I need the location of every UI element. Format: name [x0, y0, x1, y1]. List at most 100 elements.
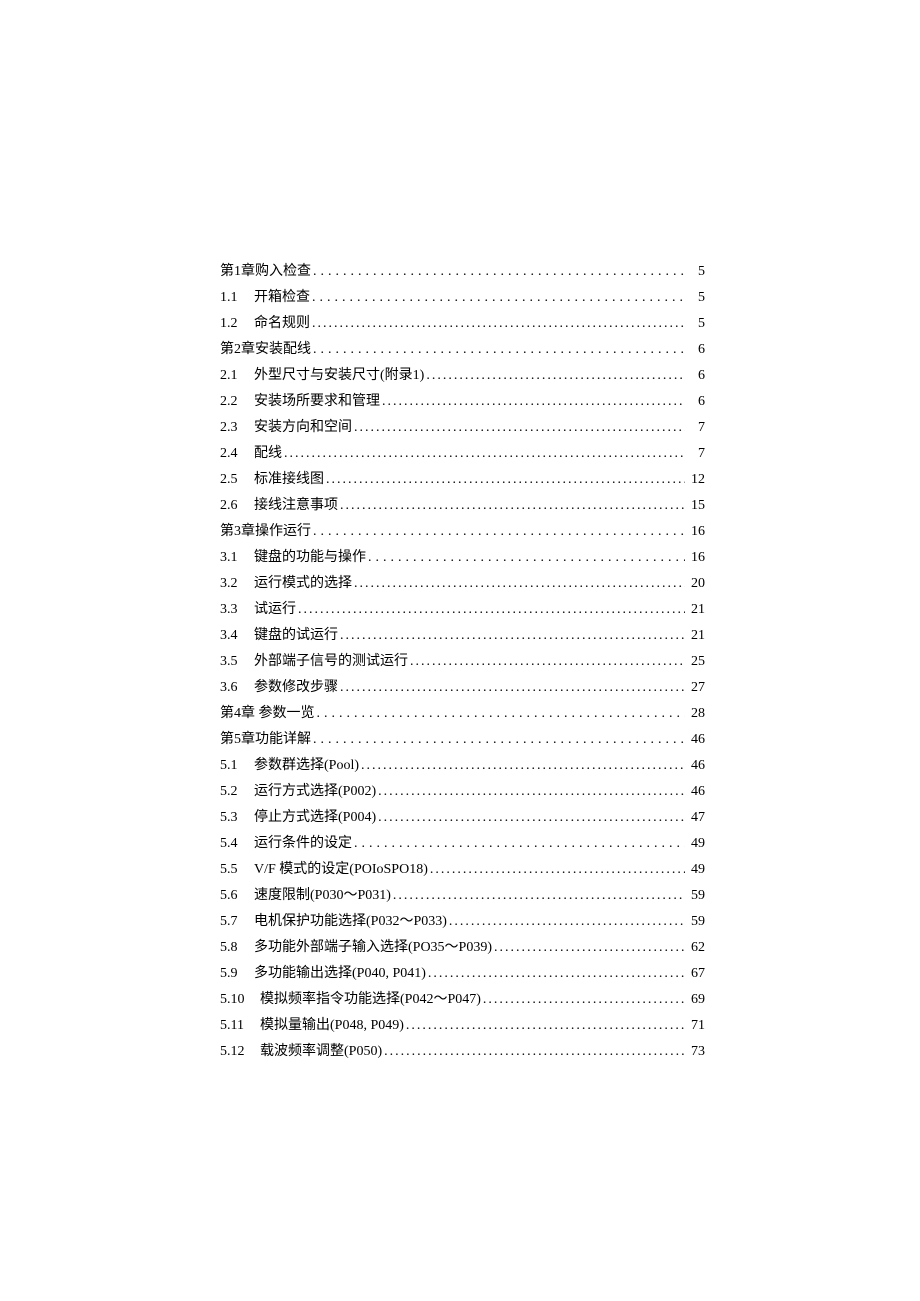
toc-number: 5.10: [220, 992, 260, 1008]
toc-leader: ........................................…: [384, 1044, 685, 1060]
toc-page: 49: [687, 862, 705, 878]
toc-title: 参数修改步骤: [254, 676, 338, 696]
toc-row: 5.10模拟频率指令功能选择(P042～P047)...............…: [220, 988, 705, 1014]
toc-leader: ........................................…: [354, 836, 685, 852]
toc-leader: ........................................…: [312, 290, 685, 306]
toc-number: 3.1: [220, 550, 254, 566]
toc-row: 3.5外部端子信号的测试运行..........................…: [220, 650, 705, 676]
toc-row: 第4章 参数一览................................…: [220, 702, 705, 728]
toc-title: 开箱检查: [254, 286, 310, 306]
toc-leader: ........................................…: [313, 524, 685, 540]
toc-number: 2.2: [220, 394, 254, 410]
toc-title: 键盘的功能与操作: [254, 546, 366, 566]
toc-number: 1.2: [220, 316, 254, 332]
toc-leader: ........................................…: [494, 940, 685, 956]
toc-title: 第4章 参数一览: [220, 702, 315, 722]
toc-page: 67: [687, 966, 705, 982]
toc-leader: ........................................…: [354, 576, 685, 592]
toc-number: 5.11: [220, 1018, 260, 1034]
toc-page: 5: [687, 290, 705, 306]
toc-title: 载波频率调整(P050): [260, 1040, 382, 1060]
toc-page: 16: [687, 550, 705, 566]
toc-row: 5.9多功能输出选择(P040, P041)..................…: [220, 962, 705, 988]
toc-leader: ........................................…: [382, 394, 685, 410]
toc-number: 3.3: [220, 602, 254, 618]
toc-number: 5.4: [220, 836, 254, 852]
toc-leader: ........................................…: [368, 550, 685, 566]
toc-row: 5.4运行条件的设定..............................…: [220, 832, 705, 858]
toc-page: 21: [687, 602, 705, 618]
toc-number: 5.1: [220, 758, 254, 774]
toc-leader: ........................................…: [326, 472, 685, 488]
toc-leader: ........................................…: [313, 732, 685, 748]
toc-page: 28: [687, 706, 705, 722]
toc-row: 第5章功能详解.................................…: [220, 728, 705, 754]
toc-title: 第2章安装配线: [220, 338, 311, 358]
toc-page: 59: [687, 888, 705, 904]
toc-number: 2.5: [220, 472, 254, 488]
toc-row: 第2章安装配线.................................…: [220, 338, 705, 364]
toc-leader: ........................................…: [312, 316, 685, 332]
toc-page: 21: [687, 628, 705, 644]
toc-leader: ........................................…: [426, 368, 685, 384]
toc-row: 3.6参数修改步骤...............................…: [220, 676, 705, 702]
toc-page: 73: [687, 1044, 705, 1060]
toc-row: 5.5V/F 模式的设定(POIoSPO18).................…: [220, 858, 705, 884]
toc-page: 6: [687, 394, 705, 410]
toc-page: 47: [687, 810, 705, 826]
toc-number: 5.7: [220, 914, 254, 930]
toc-row: 5.12载波频率调整(P050)........................…: [220, 1040, 705, 1066]
toc-leader: ........................................…: [354, 420, 685, 436]
toc-leader: ........................................…: [449, 914, 685, 930]
toc-title: 运行模式的选择: [254, 572, 352, 592]
toc-title: 速度限制(P030～P031): [254, 884, 391, 904]
toc-leader: ........................................…: [361, 758, 685, 774]
toc-title: 第1章购入检查: [220, 260, 311, 280]
toc-title: V/F 模式的设定(POIoSPO18): [254, 858, 428, 878]
toc-leader: ........................................…: [378, 784, 685, 800]
toc-row: 第1章购入检查.................................…: [220, 260, 705, 286]
toc-page: 6: [687, 368, 705, 384]
toc-title: 接线注意事项: [254, 494, 338, 514]
toc-page: 6: [687, 342, 705, 358]
toc-page: 46: [687, 784, 705, 800]
toc-title: 停止方式选择(P004): [254, 806, 376, 826]
toc-number: 1.1: [220, 290, 254, 306]
toc-page: 15: [687, 498, 705, 514]
toc-leader: ........................................…: [317, 706, 686, 722]
toc-title: 安装方向和空间: [254, 416, 352, 436]
toc-row: 第3章操作运行.................................…: [220, 520, 705, 546]
toc-title: 模拟频率指令功能选择(P042～P047): [260, 988, 481, 1008]
toc-title: 试运行: [254, 598, 296, 618]
toc-row: 2.2安装场所要求和管理............................…: [220, 390, 705, 416]
toc-row: 3.1键盘的功能与操作.............................…: [220, 546, 705, 572]
toc-row: 5.11模拟量输出(P048, P049)...................…: [220, 1014, 705, 1040]
toc-leader: ........................................…: [284, 446, 685, 462]
toc-title: 电机保护功能选择(P032～P033): [254, 910, 447, 930]
toc-title: 运行方式选择(P002): [254, 780, 376, 800]
toc-row: 2.3安装方向和空间..............................…: [220, 416, 705, 442]
toc-number: 3.4: [220, 628, 254, 644]
toc-number: 5.2: [220, 784, 254, 800]
toc-number: 5.6: [220, 888, 254, 904]
toc-row: 1.2命名规则.................................…: [220, 312, 705, 338]
toc-row: 3.4键盘的试运行...............................…: [220, 624, 705, 650]
toc-number: 2.4: [220, 446, 254, 462]
toc-leader: ........................................…: [298, 602, 685, 618]
toc-leader: ........................................…: [393, 888, 685, 904]
toc-page: 46: [687, 758, 705, 774]
toc-title: 模拟量输出(P048, P049): [260, 1014, 404, 1034]
page: 第1章购入检查.................................…: [0, 0, 920, 1301]
toc-title: 外型尺寸与安装尺寸(附录1): [254, 364, 424, 384]
toc-page: 62: [687, 940, 705, 956]
toc-row: 5.7电机保护功能选择(P032～P033)..................…: [220, 910, 705, 936]
toc-page: 16: [687, 524, 705, 540]
toc-number: 5.8: [220, 940, 254, 956]
toc-title: 命名规则: [254, 312, 310, 332]
toc-row: 5.8多功能外部端子输入选择(PO35～P039)...............…: [220, 936, 705, 962]
toc-page: 5: [687, 316, 705, 332]
toc-title: 多功能输出选择(P040, P041): [254, 962, 426, 982]
toc-number: 3.5: [220, 654, 254, 670]
toc-title: 运行条件的设定: [254, 832, 352, 852]
toc-number: 2.6: [220, 498, 254, 514]
